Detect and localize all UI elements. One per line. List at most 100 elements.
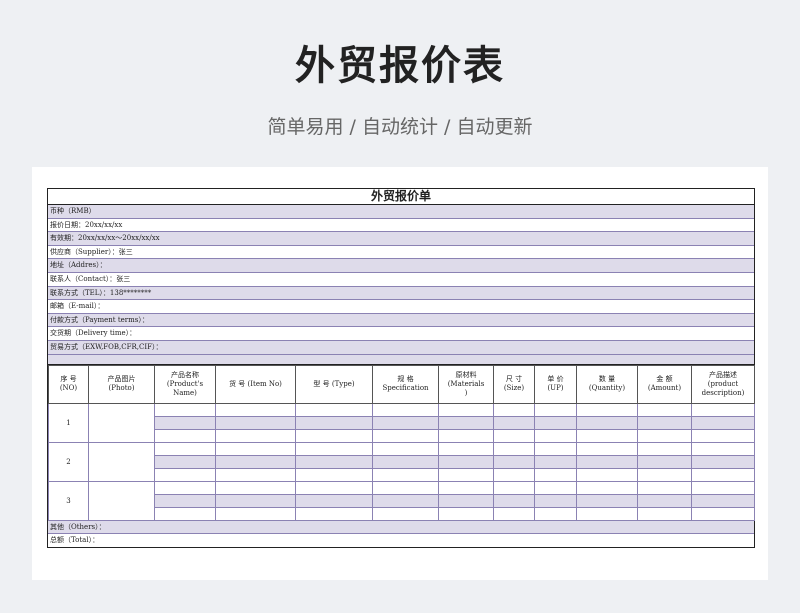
table-cell[interactable] xyxy=(493,402,535,417)
table-cell[interactable] xyxy=(295,480,373,495)
table-cell[interactable] xyxy=(576,467,638,482)
table-cell[interactable] xyxy=(154,467,216,482)
column-header-label: 产品描述 (product description) xyxy=(701,370,745,397)
table-cell[interactable] xyxy=(534,415,577,430)
table-cell[interactable] xyxy=(637,441,692,456)
table-cell[interactable] xyxy=(576,454,638,469)
table-cell[interactable] xyxy=(493,493,535,508)
table-cell[interactable] xyxy=(154,506,216,521)
table-cell[interactable] xyxy=(493,454,535,469)
table-cell[interactable] xyxy=(534,480,577,495)
table-row xyxy=(49,493,755,508)
info-row: 联系人（Contact）：张三 xyxy=(48,272,754,287)
table-cell[interactable] xyxy=(154,454,216,469)
table-cell[interactable] xyxy=(493,441,535,456)
table-cell[interactable] xyxy=(534,441,577,456)
table-cell[interactable] xyxy=(295,506,373,521)
table-cell[interactable] xyxy=(438,480,494,495)
table-cell[interactable] xyxy=(215,415,296,430)
table-cell[interactable] xyxy=(534,454,577,469)
table-cell[interactable] xyxy=(215,428,296,443)
table-cell[interactable] xyxy=(372,467,439,482)
info-row: 付款方式（Payment terms）： xyxy=(48,313,754,328)
table-cell[interactable] xyxy=(438,428,494,443)
table-cell[interactable] xyxy=(691,428,755,443)
table-cell[interactable] xyxy=(691,454,755,469)
table-cell[interactable] xyxy=(576,402,638,417)
table-cell[interactable] xyxy=(576,506,638,521)
table-cell[interactable] xyxy=(576,415,638,430)
table-cell[interactable] xyxy=(637,415,692,430)
table-cell[interactable] xyxy=(637,480,692,495)
table-cell[interactable] xyxy=(154,493,216,508)
table-cell[interactable] xyxy=(637,402,692,417)
photo-cell[interactable] xyxy=(88,441,155,482)
table-cell[interactable] xyxy=(215,454,296,469)
photo-cell[interactable] xyxy=(88,480,155,521)
table-cell[interactable] xyxy=(637,506,692,521)
photo-cell[interactable] xyxy=(88,402,155,443)
table-cell[interactable] xyxy=(637,428,692,443)
table-cell[interactable] xyxy=(691,402,755,417)
table-cell[interactable] xyxy=(295,441,373,456)
table-cell[interactable] xyxy=(438,415,494,430)
table-cell[interactable] xyxy=(534,428,577,443)
table-cell[interactable] xyxy=(215,441,296,456)
table-cell[interactable] xyxy=(493,415,535,430)
table-cell[interactable] xyxy=(438,506,494,521)
table-cell[interactable] xyxy=(534,402,577,417)
table-cell[interactable] xyxy=(534,506,577,521)
table-cell[interactable] xyxy=(215,402,296,417)
table-cell[interactable] xyxy=(438,493,494,508)
table-cell[interactable] xyxy=(493,506,535,521)
table-cell[interactable] xyxy=(637,454,692,469)
table-cell[interactable] xyxy=(372,415,439,430)
table-cell[interactable] xyxy=(438,454,494,469)
table-cell[interactable] xyxy=(534,467,577,482)
table-cell[interactable] xyxy=(438,441,494,456)
table-cell[interactable] xyxy=(493,480,535,495)
table-cell[interactable] xyxy=(691,441,755,456)
table-cell[interactable] xyxy=(154,415,216,430)
table-cell[interactable] xyxy=(637,493,692,508)
table-cell[interactable] xyxy=(372,441,439,456)
table-cell[interactable] xyxy=(215,506,296,521)
table-cell[interactable] xyxy=(493,467,535,482)
table-cell[interactable] xyxy=(372,506,439,521)
table-cell[interactable] xyxy=(372,480,439,495)
table-cell[interactable] xyxy=(691,415,755,430)
table-cell[interactable] xyxy=(637,467,692,482)
column-header-label: 数 量 (Quantity) xyxy=(588,375,626,393)
table-cell[interactable] xyxy=(372,454,439,469)
table-cell[interactable] xyxy=(215,480,296,495)
table-cell[interactable] xyxy=(372,493,439,508)
table-cell[interactable] xyxy=(576,441,638,456)
table-cell[interactable] xyxy=(215,493,296,508)
table-cell[interactable] xyxy=(691,493,755,508)
table-cell[interactable] xyxy=(215,467,296,482)
table-cell[interactable] xyxy=(372,428,439,443)
table-cell[interactable] xyxy=(154,428,216,443)
table-cell[interactable] xyxy=(295,454,373,469)
table-cell[interactable] xyxy=(154,441,216,456)
table-cell[interactable] xyxy=(576,428,638,443)
table-cell[interactable] xyxy=(295,493,373,508)
table-cell[interactable] xyxy=(295,415,373,430)
table-cell[interactable] xyxy=(691,467,755,482)
table-cell[interactable] xyxy=(295,402,373,417)
table-cell[interactable] xyxy=(154,480,216,495)
table-cell[interactable] xyxy=(438,467,494,482)
table-cell[interactable] xyxy=(295,467,373,482)
table-cell[interactable] xyxy=(372,402,439,417)
table-cell[interactable] xyxy=(493,428,535,443)
column-header: 尺 寸 (Size) xyxy=(493,364,535,404)
table-cell[interactable] xyxy=(691,480,755,495)
table-cell[interactable] xyxy=(154,402,216,417)
table-row xyxy=(49,428,755,443)
table-cell[interactable] xyxy=(295,428,373,443)
table-cell[interactable] xyxy=(438,402,494,417)
table-cell[interactable] xyxy=(691,506,755,521)
table-cell[interactable] xyxy=(534,493,577,508)
table-cell[interactable] xyxy=(576,480,638,495)
table-cell[interactable] xyxy=(576,493,638,508)
